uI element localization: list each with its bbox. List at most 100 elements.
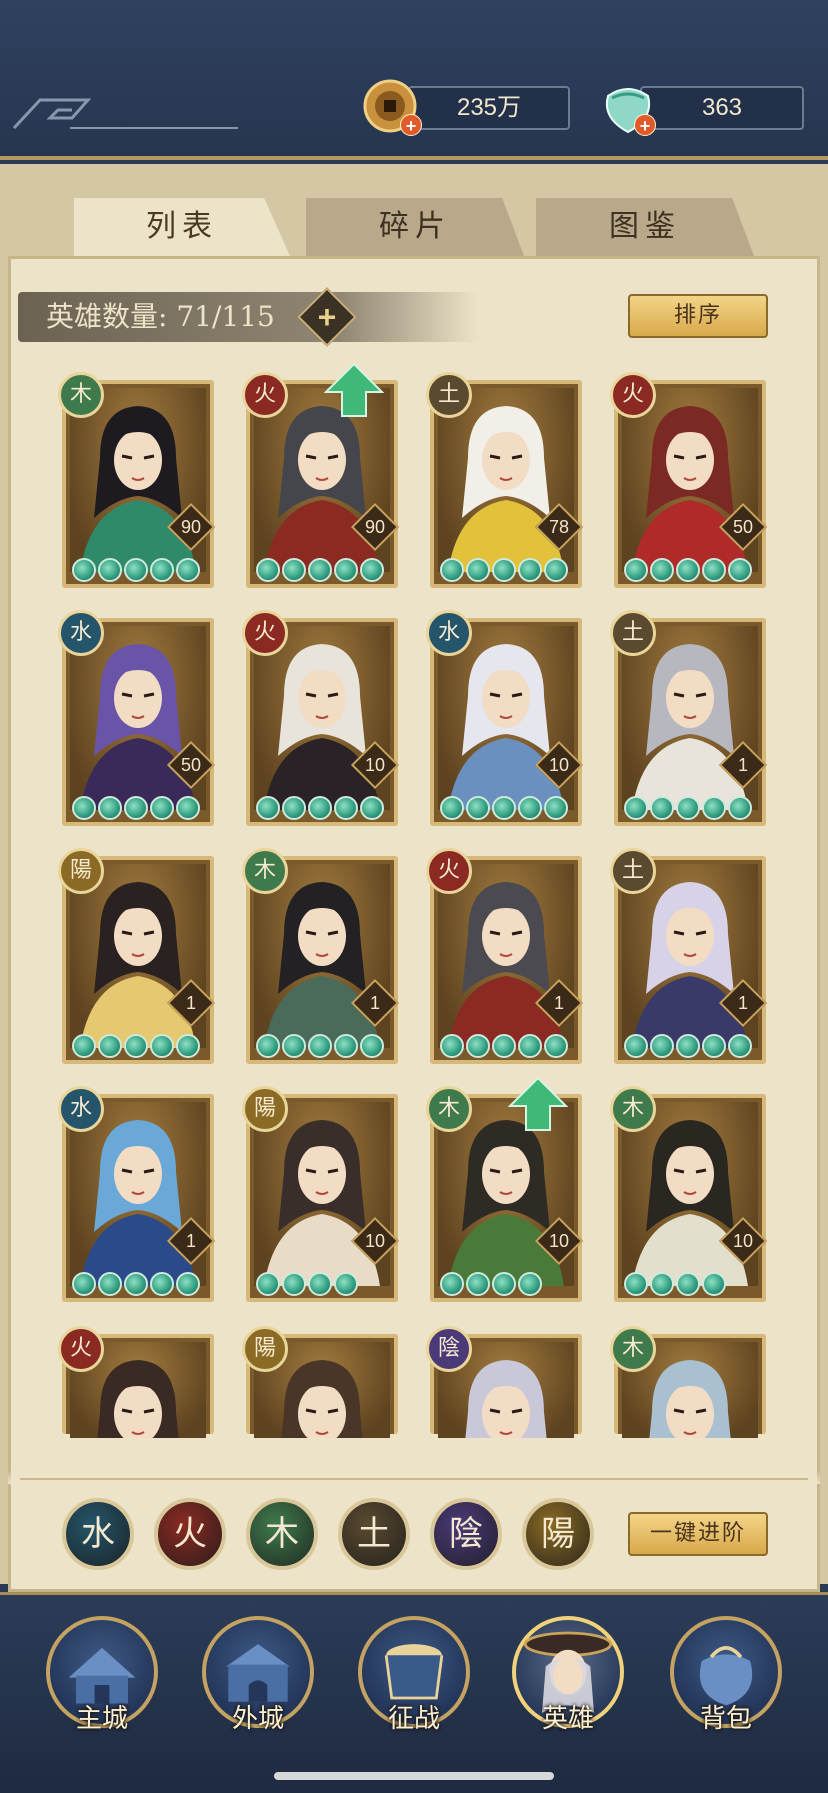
hero-level: 78 [548,517,570,537]
hero-level: 10 [364,755,386,775]
jade-star-icon [360,796,384,820]
jade-star-icon [676,796,700,820]
hero-card[interactable]: 陽 10 [242,1086,400,1302]
jade-star-icon [728,1034,752,1058]
star-rating [72,558,200,586]
jade-star-icon [98,1034,122,1058]
jade-star-icon [518,558,542,582]
one-click-advance-button[interactable]: 一键进阶 [628,1512,768,1556]
jade-star-icon [650,558,674,582]
jade-star-icon [466,1034,490,1058]
hero-card[interactable]: 水 50 [58,610,216,826]
element-filter-button[interactable]: 土 [338,1498,410,1570]
tab-codex[interactable]: 图鉴 [536,198,754,256]
jade-star-icon [624,796,648,820]
star-rating [72,1034,200,1062]
star-rating [72,796,200,824]
hero-level: 10 [732,1231,754,1251]
star-rating [72,1272,200,1300]
jade-star-icon [518,1034,542,1058]
plus-icon[interactable]: + [306,296,348,338]
jade-star-icon [360,558,384,582]
element-badge-earth: 土 [426,372,472,418]
jade-star-icon [334,1034,358,1058]
hero-card[interactable]: 水1 [58,1086,216,1302]
star-rating [256,1034,384,1062]
hero-card[interactable]: 陽 [242,1326,398,1438]
jade-star-icon [650,1034,674,1058]
jade-star-icon [124,1272,148,1296]
hero-count-label: 英雄数量: 71/115 [46,300,275,333]
jade-star-icon [544,796,568,820]
hero-card[interactable]: 木 [610,1326,766,1438]
coins-display: 235万 [408,86,570,130]
jade-star-icon [308,1272,332,1296]
element-badge-fire: 火 [242,610,288,656]
jade-star-icon [256,1034,280,1058]
cloud-pattern-ornament [12,98,238,130]
hero-card[interactable]: 陰 [426,1326,582,1438]
hero-level: 50 [732,517,754,537]
element-filter-button[interactable]: 火 [154,1498,226,1570]
hero-card[interactable]: 水 10 [426,610,584,826]
jade-star-icon [492,1034,516,1058]
jade-star-icon [544,558,568,582]
hero-level: 50 [180,755,202,775]
star-rating [256,1272,358,1300]
jade-star-icon [282,1272,306,1296]
hero-card[interactable]: 木1 [242,848,400,1064]
element-filter-button[interactable]: 陰 [430,1498,502,1570]
hero-card[interactable]: 火 90 [242,362,400,588]
star-rating [624,558,752,586]
hero-card[interactable]: 陽1 [58,848,216,1064]
element-filter-button[interactable]: 水 [62,1498,134,1570]
jade-star-icon [624,558,648,582]
element-badge-yang: 陽 [242,1086,288,1132]
element-filter-button[interactable]: 木 [246,1498,318,1570]
divider [20,1478,808,1480]
hero-card[interactable]: 土 78 [426,372,584,588]
nav-label: 英雄 [541,1704,594,1734]
jade-star-icon [440,1034,464,1058]
hero-card[interactable]: 土1 [610,848,768,1064]
element-filter-button[interactable]: 陽 [522,1498,594,1570]
hero-card[interactable]: 火1 [426,848,584,1064]
element-badge-yin: 陰 [426,1326,472,1372]
jade-star-icon [256,558,280,582]
hero-card[interactable]: 木 10 [426,1076,584,1302]
jade-star-icon [466,558,490,582]
jade-star-icon [282,558,306,582]
jade-star-icon [176,1272,200,1296]
hero-card[interactable]: 木 10 [610,1086,768,1302]
hero-level: 1 [185,993,196,1013]
jade-star-icon [282,796,306,820]
jade-star-icon [308,796,332,820]
jade-star-icon [492,1272,516,1296]
tab-list[interactable]: 列表 [74,198,290,256]
jade-star-icon [518,1272,542,1296]
hero-card[interactable]: 火 [58,1326,214,1438]
jade-star-icon [650,796,674,820]
jade-star-icon [360,1034,384,1058]
element-badge-wood: 木 [426,1086,472,1132]
jade-star-icon [492,558,516,582]
add-coins-icon[interactable]: + [400,114,422,136]
nav-label: 背包 [699,1704,752,1734]
sort-button[interactable]: 排序 [628,294,768,338]
jade-star-icon [282,1034,306,1058]
element-badge-fire: 火 [426,848,472,894]
add-jade-icon[interactable]: + [634,114,656,136]
jade-star-icon [98,796,122,820]
element-badge-yang: 陽 [242,1326,288,1372]
hero-card[interactable]: 火 10 [242,610,400,826]
hero-card[interactable]: 土1 [610,610,768,826]
jade-star-icon [334,1272,358,1296]
jade-star-icon [176,558,200,582]
tab-fragments[interactable]: 碎片 [306,198,524,256]
jade-star-icon [150,558,174,582]
jade-star-icon [492,796,516,820]
hero-level: 10 [364,1231,386,1251]
hero-card[interactable]: 火 50 [610,372,768,588]
hero-card[interactable]: 木 90 [58,372,216,588]
star-rating [256,558,384,586]
